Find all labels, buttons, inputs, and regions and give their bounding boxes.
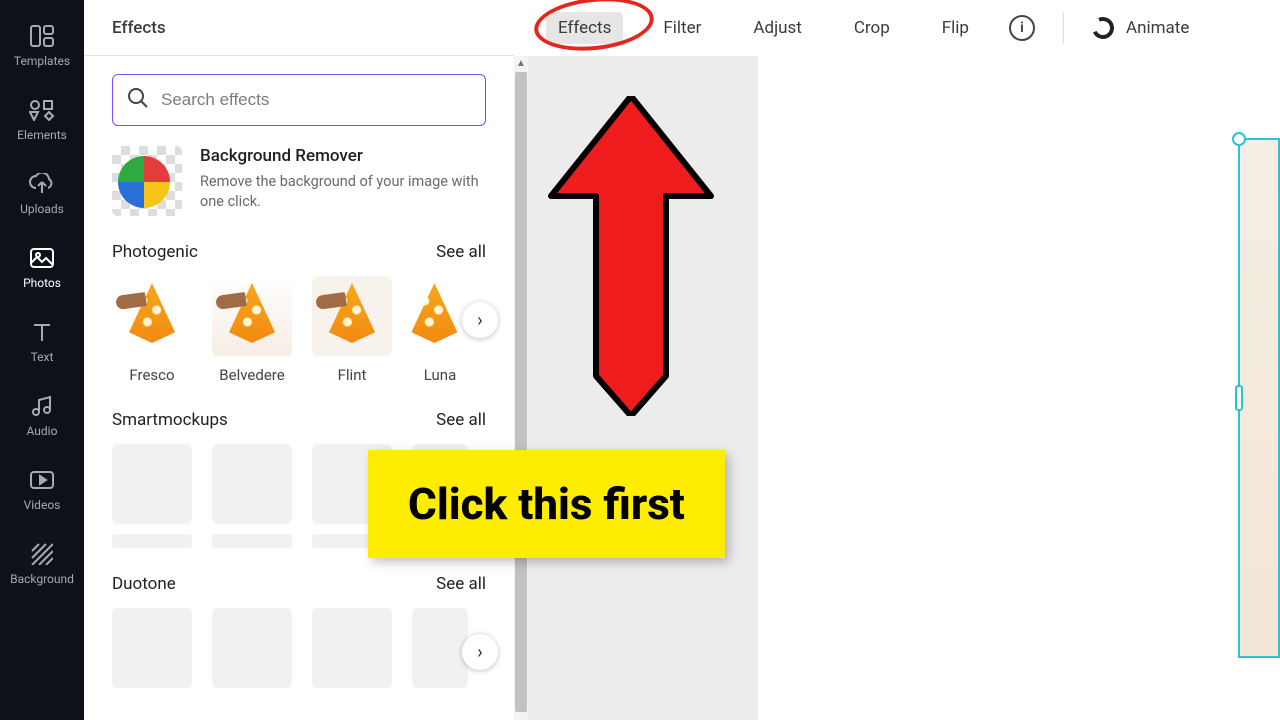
bg-remover-subtitle: Remove the background of your image with… <box>200 172 480 211</box>
toolbar-label: Crop <box>854 18 890 38</box>
search-input[interactable] <box>161 90 471 110</box>
sidebar-item-background[interactable]: Background <box>0 530 84 604</box>
videos-icon <box>28 468 56 492</box>
top-toolbar: Effects Filter Adjust Crop Flip i Animat… <box>528 0 1280 56</box>
section-title-smartmockups: Smartmockups <box>112 410 228 430</box>
effect-fresco[interactable]: Fresco <box>112 276 192 384</box>
sidebar-item-photos[interactable]: Photos <box>0 234 84 308</box>
callout-annotation: Click this first <box>368 450 725 558</box>
animate-icon <box>1089 14 1117 42</box>
canvas-area[interactable] <box>528 56 1280 720</box>
toolbar-adjust[interactable]: Adjust <box>741 12 813 44</box>
left-sidebar: Templates Elements Uploads Photos Text A… <box>0 0 84 720</box>
duotone-row: › <box>112 608 486 688</box>
bg-remover-thumbnail <box>112 146 182 216</box>
sidebar-item-text[interactable]: Text <box>0 308 84 382</box>
sidebar-item-label: Uploads <box>20 202 64 216</box>
scroll-right-button[interactable]: › <box>462 634 498 670</box>
scroll-up-icon: ▲ <box>514 56 528 70</box>
toolbar-filter[interactable]: Filter <box>651 12 713 44</box>
toolbar-animate[interactable]: Animate <box>1092 17 1189 39</box>
info-icon[interactable]: i <box>1009 15 1035 41</box>
sidebar-item-templates[interactable]: Templates <box>0 12 84 86</box>
audio-icon <box>28 394 56 418</box>
panel-scrollbar[interactable]: ▲ <box>514 56 528 720</box>
text-icon <box>28 320 56 344</box>
sidebar-item-label: Text <box>31 350 54 364</box>
toolbar-label: Animate <box>1126 18 1189 38</box>
duotone-placeholder[interactable] <box>312 608 392 688</box>
sidebar-item-label: Audio <box>27 424 58 438</box>
sidebar-item-videos[interactable]: Videos <box>0 456 84 530</box>
selection-side-handle[interactable] <box>1235 385 1243 411</box>
selected-image[interactable] <box>1238 138 1280 658</box>
effect-belvedere[interactable]: Belvedere <box>212 276 292 384</box>
bg-remover-title: Background Remover <box>200 146 480 166</box>
elements-icon <box>28 98 56 122</box>
duotone-placeholder[interactable] <box>212 608 292 688</box>
photogenic-row: Fresco Belvedere Flint Luna › <box>112 276 486 384</box>
sidebar-item-label: Videos <box>24 498 61 512</box>
mockup-placeholder[interactable] <box>112 444 192 548</box>
panel-title: Effects <box>84 0 514 56</box>
section-title-duotone: Duotone <box>112 574 176 594</box>
toolbar-crop[interactable]: Crop <box>842 12 902 44</box>
uploads-icon <box>28 172 56 196</box>
sidebar-item-audio[interactable]: Audio <box>0 382 84 456</box>
toolbar-effects[interactable]: Effects <box>546 12 623 44</box>
mockup-placeholder[interactable] <box>212 444 292 548</box>
toolbar-divider <box>1063 13 1064 43</box>
effect-label: Flint <box>338 366 367 384</box>
scroll-right-button[interactable]: › <box>462 302 498 338</box>
chevron-right-icon: › <box>477 310 482 331</box>
sidebar-item-label: Templates <box>14 54 70 68</box>
scrollbar-thumb[interactable] <box>515 72 527 712</box>
effect-luna[interactable]: Luna <box>412 276 468 384</box>
toolbar-label: Flip <box>942 18 969 38</box>
see-all-photogenic[interactable]: See all <box>436 242 486 262</box>
background-icon <box>28 542 56 566</box>
effect-label: Belvedere <box>219 366 284 384</box>
selection-handle[interactable] <box>1232 132 1246 146</box>
section-title-photogenic: Photogenic <box>112 242 198 262</box>
effect-label: Fresco <box>129 366 174 384</box>
toolbar-label: Effects <box>558 18 611 38</box>
photos-icon <box>28 246 56 270</box>
toolbar-label: Adjust <box>753 18 801 38</box>
templates-icon <box>28 24 56 48</box>
toolbar-flip[interactable]: Flip <box>930 12 981 44</box>
search-field[interactable] <box>112 74 486 126</box>
duotone-placeholder[interactable] <box>112 608 192 688</box>
see-all-smartmockups[interactable]: See all <box>436 410 486 430</box>
background-remover-item[interactable]: Background Remover Remove the background… <box>112 146 486 216</box>
canvas-page-edge <box>528 56 758 720</box>
sidebar-item-uploads[interactable]: Uploads <box>0 160 84 234</box>
chevron-right-icon: › <box>477 642 482 663</box>
sidebar-item-elements[interactable]: Elements <box>0 86 84 160</box>
search-icon <box>127 87 149 113</box>
sidebar-item-label: Photos <box>23 276 61 290</box>
effect-label: Luna <box>424 366 456 384</box>
sidebar-item-label: Elements <box>17 128 67 142</box>
see-all-duotone[interactable]: See all <box>436 574 486 594</box>
sidebar-item-label: Background <box>10 572 74 586</box>
effects-panel: Effects Background Remover Remove the ba… <box>84 0 514 720</box>
toolbar-label: Filter <box>663 18 701 38</box>
effect-flint[interactable]: Flint <box>312 276 392 384</box>
duotone-placeholder[interactable] <box>412 608 468 688</box>
